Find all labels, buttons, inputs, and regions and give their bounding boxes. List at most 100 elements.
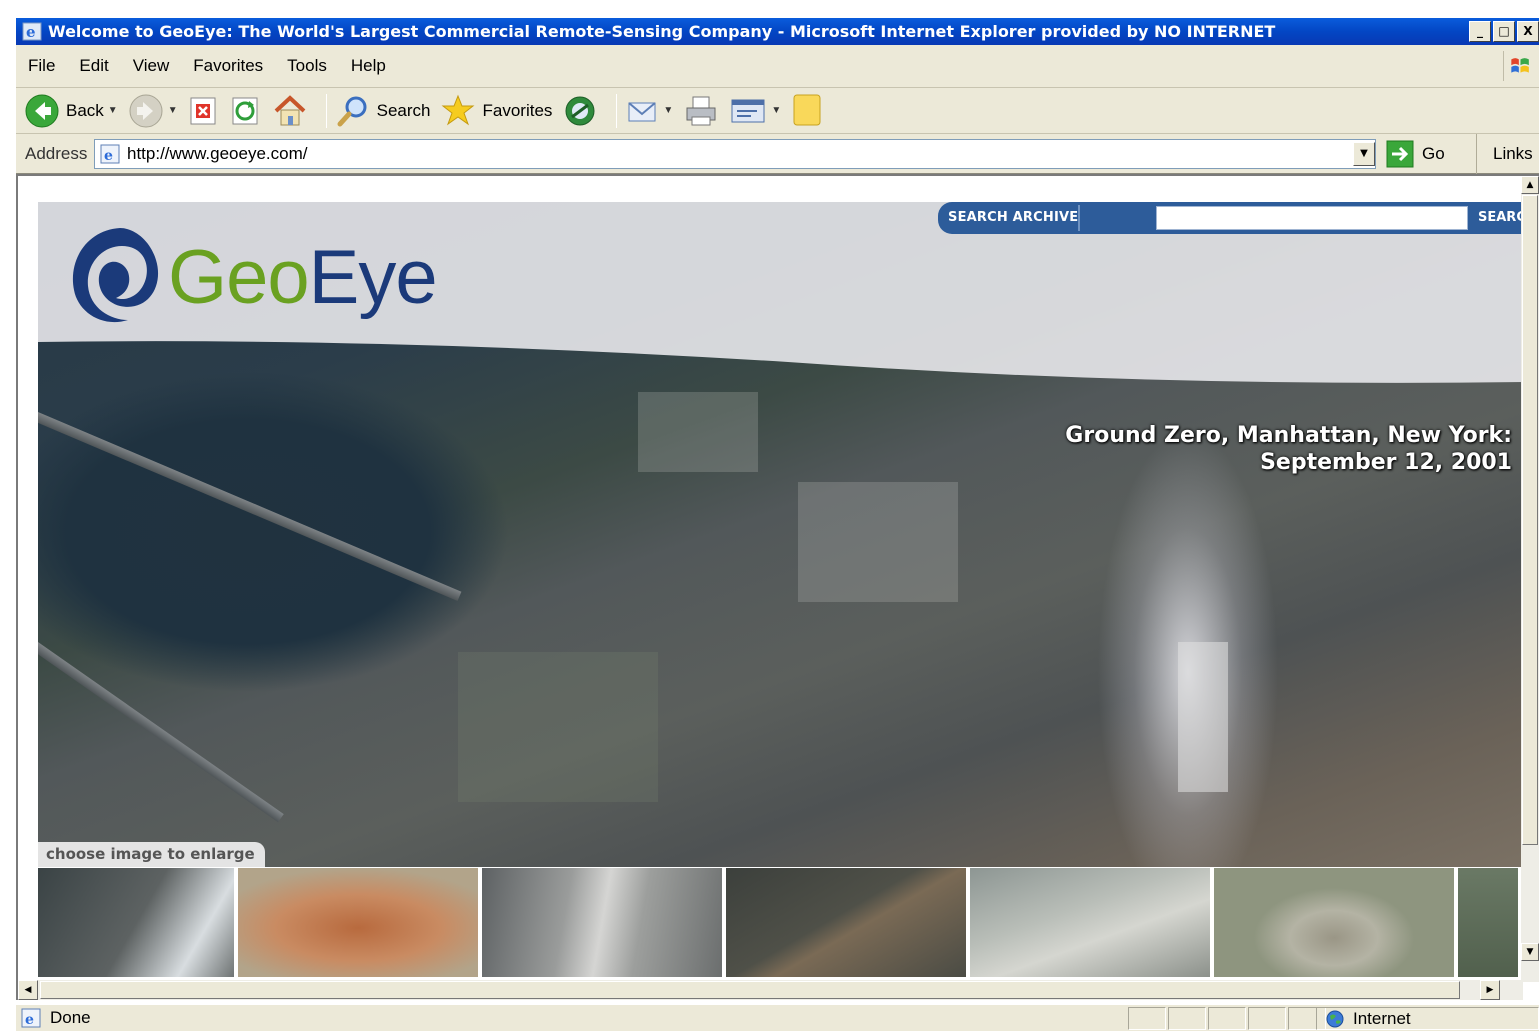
edit-dropdown-icon[interactable]: ▼ bbox=[771, 105, 781, 116]
go-arrow-icon bbox=[1386, 140, 1414, 168]
scroll-up-button[interactable]: ▲ bbox=[1521, 176, 1539, 194]
horizontal-scrollbar[interactable]: ◀ ▶ bbox=[18, 980, 1523, 1000]
favorites-label: Favorites bbox=[482, 100, 553, 120]
home-icon bbox=[274, 94, 305, 125]
city-block bbox=[1178, 642, 1228, 792]
stop-button[interactable] bbox=[188, 95, 220, 127]
caption-line-1: Ground Zero, Manhattan, New York: bbox=[1065, 423, 1512, 448]
forward-dropdown-icon[interactable]: ▼ bbox=[168, 105, 178, 116]
svg-text:e: e bbox=[104, 148, 113, 164]
enlarge-hint: choose image to enlarge bbox=[38, 842, 265, 867]
logo-eye: Eye bbox=[308, 234, 438, 320]
menu-tools[interactable]: Tools bbox=[287, 56, 327, 76]
geoeye-page: GeoEye SEARCH ARCHIVE SEARC Ground Zero,… bbox=[38, 202, 1525, 977]
horizontal-scroll-thumb[interactable] bbox=[40, 981, 1460, 999]
archive-search-bar: SEARCH ARCHIVE SEARC bbox=[938, 202, 1525, 234]
back-dropdown-icon[interactable]: ▼ bbox=[108, 105, 118, 116]
standard-toolbar: Back ▼ ▼ Search Favorites ▼ ▼ bbox=[16, 88, 1539, 134]
vertical-scrollbar[interactable]: ▲ ▼ bbox=[1521, 176, 1539, 982]
svg-text:e: e bbox=[26, 23, 36, 41]
thumbnail-desert-rock[interactable] bbox=[238, 868, 478, 977]
search-magnifier-icon bbox=[337, 96, 367, 126]
print-icon bbox=[686, 96, 716, 125]
media-button[interactable] bbox=[562, 93, 598, 129]
address-bar: Address e http://www.geoeye.com/ ▼ Go Li… bbox=[16, 134, 1539, 203]
desktop-edge bbox=[0, 0, 16, 1031]
scroll-down-button[interactable]: ▼ bbox=[1521, 943, 1539, 961]
mail-icon bbox=[628, 101, 657, 121]
close-button[interactable]: X bbox=[1517, 21, 1539, 42]
city-block bbox=[638, 392, 758, 472]
address-label: Address bbox=[25, 143, 88, 163]
window-controls: _ □ X bbox=[1469, 21, 1539, 42]
go-button[interactable]: Go bbox=[1386, 140, 1445, 168]
home-button[interactable] bbox=[272, 94, 308, 128]
page-done-icon: e bbox=[21, 1008, 41, 1028]
menu-view[interactable]: View bbox=[133, 56, 170, 76]
minimize-button[interactable]: _ bbox=[1469, 21, 1491, 42]
discuss-button[interactable] bbox=[791, 92, 825, 130]
internet-explorer-icon: e bbox=[22, 22, 42, 41]
note-icon bbox=[793, 94, 821, 125]
menu-help[interactable]: Help bbox=[351, 56, 386, 76]
back-button[interactable]: Back ▼ bbox=[24, 93, 118, 129]
page-icon: e bbox=[100, 144, 120, 164]
address-dropdown-button[interactable]: ▼ bbox=[1353, 142, 1375, 166]
search-divider bbox=[1078, 205, 1080, 231]
city-block bbox=[798, 482, 958, 602]
menu-file[interactable]: File bbox=[28, 56, 55, 76]
forward-arrow-icon bbox=[129, 94, 163, 127]
status-pane bbox=[1128, 1007, 1166, 1030]
go-label: Go bbox=[1422, 144, 1445, 163]
menu-favorites[interactable]: Favorites bbox=[193, 56, 263, 76]
thumbnail-ground-zero[interactable] bbox=[38, 868, 234, 977]
forward-button[interactable]: ▼ bbox=[128, 93, 178, 129]
status-pane bbox=[1248, 1007, 1286, 1030]
window-titlebar[interactable]: e Welcome to GeoEye: The World's Largest… bbox=[16, 18, 1539, 45]
edit-button[interactable]: ▼ bbox=[729, 94, 781, 128]
search-button[interactable]: Search bbox=[335, 93, 431, 129]
search-label: Search bbox=[376, 100, 431, 120]
geoeye-logo[interactable]: GeoEye bbox=[62, 220, 438, 335]
scroll-left-button[interactable]: ◀ bbox=[18, 980, 38, 1000]
back-label: Back bbox=[66, 100, 104, 120]
archive-search-button[interactable]: SEARC bbox=[1478, 202, 1525, 234]
thumbnail-partial[interactable] bbox=[1458, 868, 1518, 977]
maximize-button[interactable]: □ bbox=[1493, 21, 1515, 42]
mail-dropdown-icon[interactable]: ▼ bbox=[663, 105, 673, 116]
favorites-button[interactable]: Favorites bbox=[440, 93, 552, 129]
svg-text:e: e bbox=[25, 1012, 34, 1028]
search-archive-label: SEARCH ARCHIVE bbox=[948, 210, 1079, 225]
thumbnail-coastline[interactable] bbox=[970, 868, 1210, 977]
links-toolbar[interactable]: Links » bbox=[1476, 134, 1539, 203]
address-url[interactable]: http://www.geoeye.com/ bbox=[127, 144, 307, 164]
scroll-right-button[interactable]: ▶ bbox=[1480, 980, 1500, 1000]
toolbar-separator bbox=[325, 93, 327, 128]
city-block bbox=[458, 652, 658, 802]
stop-icon bbox=[190, 97, 216, 124]
status-bar: e Done Internet bbox=[16, 1004, 1539, 1031]
status-pane bbox=[1208, 1007, 1246, 1030]
thumbnail-airport[interactable] bbox=[482, 868, 722, 977]
vertical-scroll-thumb[interactable] bbox=[1522, 195, 1538, 845]
menu-edit[interactable]: Edit bbox=[79, 56, 108, 76]
refresh-button[interactable] bbox=[230, 95, 262, 127]
window-title: Welcome to GeoEye: The World's Largest C… bbox=[48, 22, 1276, 41]
address-field[interactable]: e http://www.geoeye.com/ ▼ bbox=[94, 139, 1376, 169]
links-label: Links bbox=[1493, 144, 1533, 163]
print-button[interactable] bbox=[683, 93, 719, 129]
menu-bar: File Edit View Favorites Tools Help bbox=[16, 45, 1539, 88]
mail-button[interactable]: ▼ bbox=[625, 94, 673, 128]
bridge-decoration bbox=[38, 412, 462, 601]
thumbnail-bay-bridge[interactable] bbox=[726, 868, 966, 977]
thumbnail-strip bbox=[38, 868, 1525, 977]
archive-search-input[interactable] bbox=[1156, 206, 1468, 230]
back-arrow-icon bbox=[25, 94, 59, 127]
geoeye-swirl-icon bbox=[72, 228, 159, 323]
geoeye-wordmark: GeoEye bbox=[168, 239, 438, 316]
ground-zero-image[interactable]: GeoEye SEARCH ARCHIVE SEARC Ground Zero,… bbox=[38, 202, 1525, 867]
thumbnail-monument[interactable] bbox=[1214, 868, 1454, 977]
media-icon bbox=[565, 96, 595, 125]
security-zone[interactable]: Internet bbox=[1316, 1007, 1539, 1030]
bridge-decoration bbox=[38, 642, 284, 823]
